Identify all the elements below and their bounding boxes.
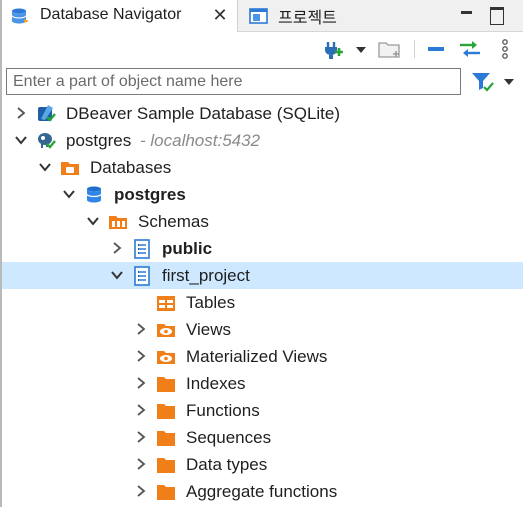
tree-node-label: Indexes — [186, 374, 246, 393]
views-folder-icon — [156, 347, 176, 367]
tree-node-tables[interactable]: Tables — [2, 289, 523, 316]
tree-node-databases[interactable]: Databases — [2, 154, 523, 181]
database-navigator-tree: DBeaver Sample Database (SQLite) postgre… — [2, 98, 523, 507]
folder-icon — [156, 374, 176, 394]
tree-node-postgres-database[interactable]: postgres — [2, 181, 523, 208]
chevron-right-icon[interactable] — [134, 402, 148, 418]
tree-node-label: Tables — [186, 293, 236, 312]
project-icon — [248, 6, 270, 31]
tree-node-label: Aggregate functions — [186, 482, 338, 501]
plug-icon — [325, 42, 343, 59]
tree-node-label: Sequences — [186, 428, 272, 447]
view-menu-button[interactable] — [498, 38, 512, 60]
tables-folder-icon — [156, 293, 176, 313]
tree-node-label: first_project — [162, 266, 250, 285]
filter-settings-button[interactable] — [470, 70, 518, 94]
sqlite-connection-icon — [36, 104, 56, 124]
tree-node-functions[interactable]: Functions — [2, 397, 523, 424]
chevron-right-icon[interactable] — [134, 456, 148, 472]
folder-icon — [156, 428, 176, 448]
tree-node-schema-public[interactable]: public — [2, 235, 523, 262]
maximize-icon[interactable] — [488, 5, 506, 25]
tree-node-label: Data types — [186, 455, 268, 474]
tab-label: Database Navigator — [40, 6, 182, 23]
tab-project[interactable]: 프로젝트 — [242, 0, 382, 32]
tree-node-label: public — [162, 239, 213, 258]
tree-node-views[interactable]: Views — [2, 316, 523, 343]
tree-node-schema-first-project[interactable]: first_project — [2, 262, 523, 289]
minimize-icon[interactable] — [458, 3, 476, 23]
chevron-down-icon[interactable] — [38, 159, 52, 175]
tree-node-label: postgres — [114, 185, 186, 204]
more-vertical-icon — [502, 39, 508, 59]
sync-arrows-icon — [460, 41, 480, 57]
collapse-all-icon — [428, 47, 444, 51]
toolbar-separator — [414, 40, 415, 58]
chevron-down-icon[interactable] — [110, 267, 124, 283]
tree-node-aggregate-functions[interactable]: Aggregate functions — [2, 478, 523, 505]
chevron-down-icon[interactable] — [62, 186, 76, 202]
database-navigator-icon — [10, 7, 32, 32]
link-with-editor-button[interactable] — [457, 38, 483, 60]
tree-node-label: postgres — [66, 131, 132, 150]
tree-node-indexes[interactable]: Indexes — [2, 370, 523, 397]
folder-icon — [156, 482, 176, 502]
close-icon[interactable]: ✕ — [211, 5, 229, 25]
tree-node-label: DBeaver Sample Database (SQLite) — [66, 104, 341, 123]
new-connection-button[interactable] — [322, 38, 346, 60]
tree-node-label: Schemas — [138, 212, 209, 231]
tab-label: 프로젝트 — [278, 10, 337, 27]
folder-icon — [60, 158, 80, 178]
connection-host-label: - localhost:5432 — [140, 131, 261, 150]
views-folder-icon — [156, 320, 176, 340]
chevron-right-icon[interactable] — [110, 240, 124, 256]
tree-node-label: Databases — [90, 158, 172, 177]
tree-node-data-types[interactable]: Data types — [2, 451, 523, 478]
collapse-all-button[interactable] — [425, 38, 447, 60]
tree-node-label: Functions — [186, 401, 260, 420]
schema-icon — [132, 239, 152, 259]
chevron-down-icon[interactable] — [86, 213, 100, 229]
chevron-right-icon[interactable] — [134, 483, 148, 499]
postgresql-connection-icon — [36, 131, 56, 151]
tree-node-sample-database[interactable]: DBeaver Sample Database (SQLite) — [2, 100, 523, 127]
folder-icon — [156, 455, 176, 475]
chevron-right-icon[interactable] — [134, 375, 148, 391]
tree-node-sequences[interactable]: Sequences — [2, 424, 523, 451]
tree-node-label: Materialized Views — [186, 347, 328, 366]
tab-database-navigator[interactable]: Database Navigator ✕ — [2, 0, 238, 32]
filter-input[interactable] — [6, 68, 461, 95]
schemas-folder-icon — [108, 212, 128, 232]
filter-icon — [472, 73, 514, 92]
tree-node-materialized-views[interactable]: Materialized Views — [2, 343, 523, 370]
tree-node-schemas[interactable]: Schemas — [2, 208, 523, 235]
navigator-toolbar — [2, 32, 523, 66]
tree-node-label: Views — [186, 320, 232, 339]
database-icon — [84, 185, 104, 205]
view-tab-bar: Database Navigator ✕ 프로젝트 — [2, 0, 523, 32]
chevron-right-icon[interactable] — [14, 105, 28, 121]
chevron-down-icon[interactable] — [14, 132, 28, 148]
chevron-right-icon[interactable] — [134, 348, 148, 364]
chevron-right-icon[interactable] — [134, 321, 148, 337]
folder-add-icon — [378, 42, 400, 58]
chevron-down-icon[interactable] — [354, 38, 368, 60]
new-folder-button[interactable] — [376, 38, 404, 60]
schema-icon — [132, 266, 152, 286]
tree-node-postgres-connection[interactable]: postgres - localhost:5432 — [2, 127, 523, 154]
folder-icon — [156, 401, 176, 421]
chevron-right-icon[interactable] — [134, 429, 148, 445]
